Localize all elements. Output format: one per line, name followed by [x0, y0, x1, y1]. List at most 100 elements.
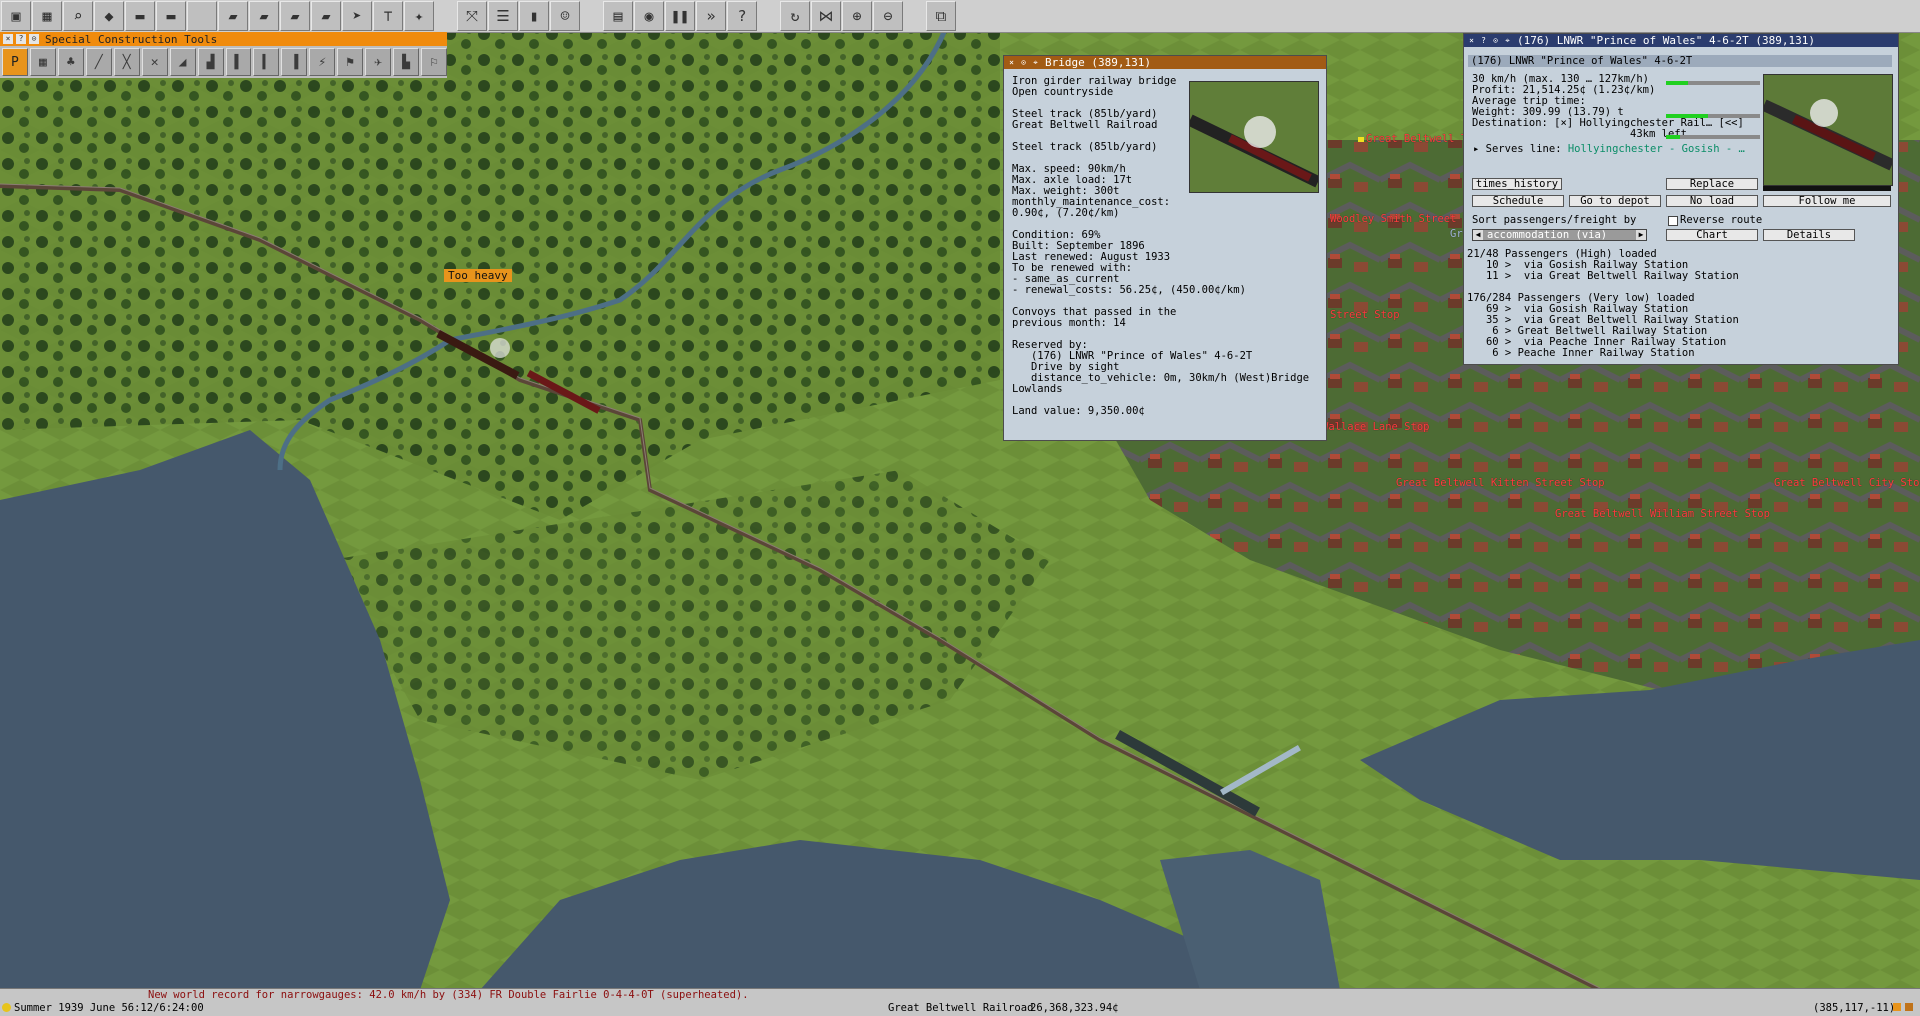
weight-bar-fill	[1666, 114, 1709, 118]
map-editor-icon[interactable]: ▦	[32, 1, 62, 31]
factory-icon[interactable]: ▙	[393, 48, 420, 76]
grid-icon[interactable]: ⋈	[811, 1, 841, 31]
stop-label[interactable]: Woodley Smith Street St	[1330, 213, 1475, 225]
zoom-out-icon[interactable]: ⊖	[873, 1, 903, 31]
zoom-in-icon[interactable]: ⊕	[842, 1, 872, 31]
vehicle-window-titlebar[interactable]: × ? ⊙ ⌖ (176) LNWR "Prince of Wales" 4-6…	[1464, 34, 1898, 47]
locomotive-green-icon[interactable]: ▬	[125, 1, 155, 31]
wayobj-icon[interactable]: ▟	[197, 48, 224, 76]
help-icon[interactable]: ?	[727, 1, 757, 31]
close-icon[interactable]: ×	[1467, 36, 1476, 45]
special-tools-icon[interactable]: ✦	[404, 1, 434, 31]
arrow-left-icon[interactable]: ◀	[1473, 230, 1483, 240]
replace-button[interactable]: Replace	[1666, 178, 1758, 190]
speed-bar	[1666, 81, 1760, 85]
landscape-icon[interactable]: ◆	[94, 1, 124, 31]
serves-line-link[interactable]: Hollyingchester - Gosish - …	[1568, 143, 1745, 155]
cargo-list: 21/48 Passengers (High) loaded 10 > via …	[1467, 248, 1739, 359]
list-icon[interactable]: ☰	[488, 1, 518, 31]
trip-bar	[1666, 135, 1760, 139]
vehicle-name-field[interactable]: (176) LNWR "Prince of Wales" 4-6-2T	[1468, 55, 1892, 67]
special-tools-title: Special Construction Tools	[45, 32, 218, 46]
magnifier-icon[interactable]: ⌕	[63, 1, 93, 31]
schedule-button[interactable]: Schedule	[1472, 195, 1564, 207]
pin-icon[interactable]: ⊙	[1491, 36, 1500, 45]
stop-label[interactable]: Street Stop	[1330, 309, 1400, 321]
plane-icon[interactable]: ✈	[365, 48, 392, 76]
sort-select[interactable]: ◀ accommodation (via) ▶	[1472, 229, 1647, 241]
fast-forward-icon[interactable]: »	[696, 1, 726, 31]
stop-label[interactable]: Gr	[1450, 228, 1463, 240]
tree-icon[interactable]: ♣	[57, 48, 84, 76]
crossing-icon[interactable]: ✕	[141, 48, 168, 76]
blank-icon[interactable]	[187, 1, 217, 31]
vehicle-window-title: (176) LNWR "Prince of Wales" 4-6-2T (389…	[1517, 34, 1816, 47]
season-sun-icon	[2, 1003, 11, 1012]
company-money: 26,368,323.94¢	[1030, 1002, 1119, 1014]
serves-line-label: Serves line:	[1485, 143, 1562, 155]
help-icon[interactable]: ?	[16, 34, 26, 44]
roadsign-icon[interactable]: ⚐	[421, 48, 447, 76]
pin-icon[interactable]: ⊙	[29, 34, 39, 44]
no-load-button[interactable]: No load	[1666, 195, 1758, 207]
camera-icon[interactable]: ◉	[634, 1, 664, 31]
goto-icon[interactable]: ⌖	[1031, 58, 1040, 67]
locomotive-red-icon[interactable]: ▬	[156, 1, 186, 31]
crossing-icon[interactable]: ⊤	[373, 1, 403, 31]
train-blue-icon[interactable]: ▰	[218, 1, 248, 31]
reverse-route-checkbox[interactable]	[1668, 216, 1678, 226]
bridge-window-titlebar[interactable]: × ⊙ ⌖ Bridge (389,131)	[1004, 56, 1326, 69]
serves-line-row[interactable]: ▸ Serves line: Hollyingchester - Gosish …	[1473, 143, 1745, 155]
go-to-depot-button[interactable]: Go to depot	[1569, 195, 1661, 207]
game-date: Summer 1939 June 56:12/6:24:00	[14, 1002, 204, 1014]
station-icon[interactable]: ▦	[29, 48, 56, 76]
details-button[interactable]: Details	[1763, 229, 1855, 241]
sort-label: Sort passengers/freight by	[1472, 214, 1637, 226]
depot-icon[interactable]: ▐	[281, 48, 308, 76]
road-construction-icon[interactable]: ⤧	[457, 1, 487, 31]
stop-label[interactable]: Great Beltwell William Street Stop	[1555, 508, 1770, 520]
map-icon[interactable]: ▤	[603, 1, 633, 31]
bridge-window-title: Bridge (389,131)	[1045, 56, 1151, 69]
tram-icon[interactable]: ▰	[311, 1, 341, 31]
bus-red-icon[interactable]: ▰	[280, 1, 310, 31]
close-icon[interactable]: ×	[1007, 58, 1016, 67]
stop-label[interactable]: Wallace Lane Stop	[1322, 421, 1429, 433]
highspeed-train-icon[interactable]: ➤	[342, 1, 372, 31]
stop-label[interactable]: Great Beltwell Kitten Street Stop	[1396, 477, 1605, 489]
chart-button[interactable]: Chart	[1666, 229, 1758, 241]
news-ticker[interactable]: New world record for narrowgauges: 42.0 …	[148, 989, 749, 1001]
main-toolbar: ▣ ▦ ⌕ ◆ ▬ ▬ ▰ ▰ ▰ ▰ ➤ ⊤ ✦ ⤧ ☰ ▮ ☺ ▤ ◉ ❚❚…	[0, 0, 1920, 33]
electrify-icon[interactable]: ⚡	[309, 48, 336, 76]
canister-icon[interactable]: ▮	[519, 1, 549, 31]
stop-label[interactable]: Great Beltwell City Stop	[1774, 477, 1920, 489]
times-history-button[interactable]: times_history	[1472, 178, 1562, 190]
bridge-preview-image[interactable]	[1189, 81, 1319, 193]
expand-icon[interactable]: ▸	[1473, 143, 1479, 155]
save-icon[interactable]: ▣	[1, 1, 31, 31]
follow-me-button[interactable]: Follow me	[1763, 195, 1891, 207]
stop-label[interactable]: Great Beltwell Tra	[1358, 133, 1480, 145]
reverse-route-label: Reverse route	[1680, 214, 1763, 226]
pin-icon[interactable]: ⊙	[1019, 58, 1028, 67]
truck-red-icon[interactable]: ▰	[249, 1, 279, 31]
rotate-icon[interactable]: ↻	[780, 1, 810, 31]
goto-icon[interactable]: ⌖	[1503, 36, 1512, 45]
halt-icon[interactable]: ▍	[253, 48, 280, 76]
special-tools-window: × ? ⊙ Special Construction Tools P ▦ ♣ ╱…	[0, 32, 447, 78]
network-icon[interactable]: ⧉	[926, 1, 956, 31]
help-icon[interactable]: ?	[1479, 36, 1488, 45]
flag-icon[interactable]: ⚑	[337, 48, 364, 76]
arrow-right-icon[interactable]: ▶	[1636, 230, 1646, 240]
rail-icon[interactable]: ╱	[85, 48, 112, 76]
special-tools-titlebar[interactable]: × ? ⊙ Special Construction Tools	[0, 32, 447, 46]
special-tools-bar: P ▦ ♣ ╱ ╳ ✕ ◢ ▟ ▌ ▍ ▐ ⚡ ⚑ ✈ ▙ ⚐	[0, 46, 447, 78]
players-icon[interactable]: ☺	[550, 1, 580, 31]
signal-p-icon[interactable]: P	[2, 48, 28, 76]
bridge-icon[interactable]: ╳	[113, 48, 140, 76]
tunnel-icon[interactable]: ◢	[169, 48, 196, 76]
pillar-icon[interactable]: ▌	[225, 48, 252, 76]
close-icon[interactable]: ×	[3, 34, 13, 44]
vehicle-preview-image[interactable]	[1763, 74, 1893, 186]
pause-icon[interactable]: ❚❚	[665, 1, 695, 31]
